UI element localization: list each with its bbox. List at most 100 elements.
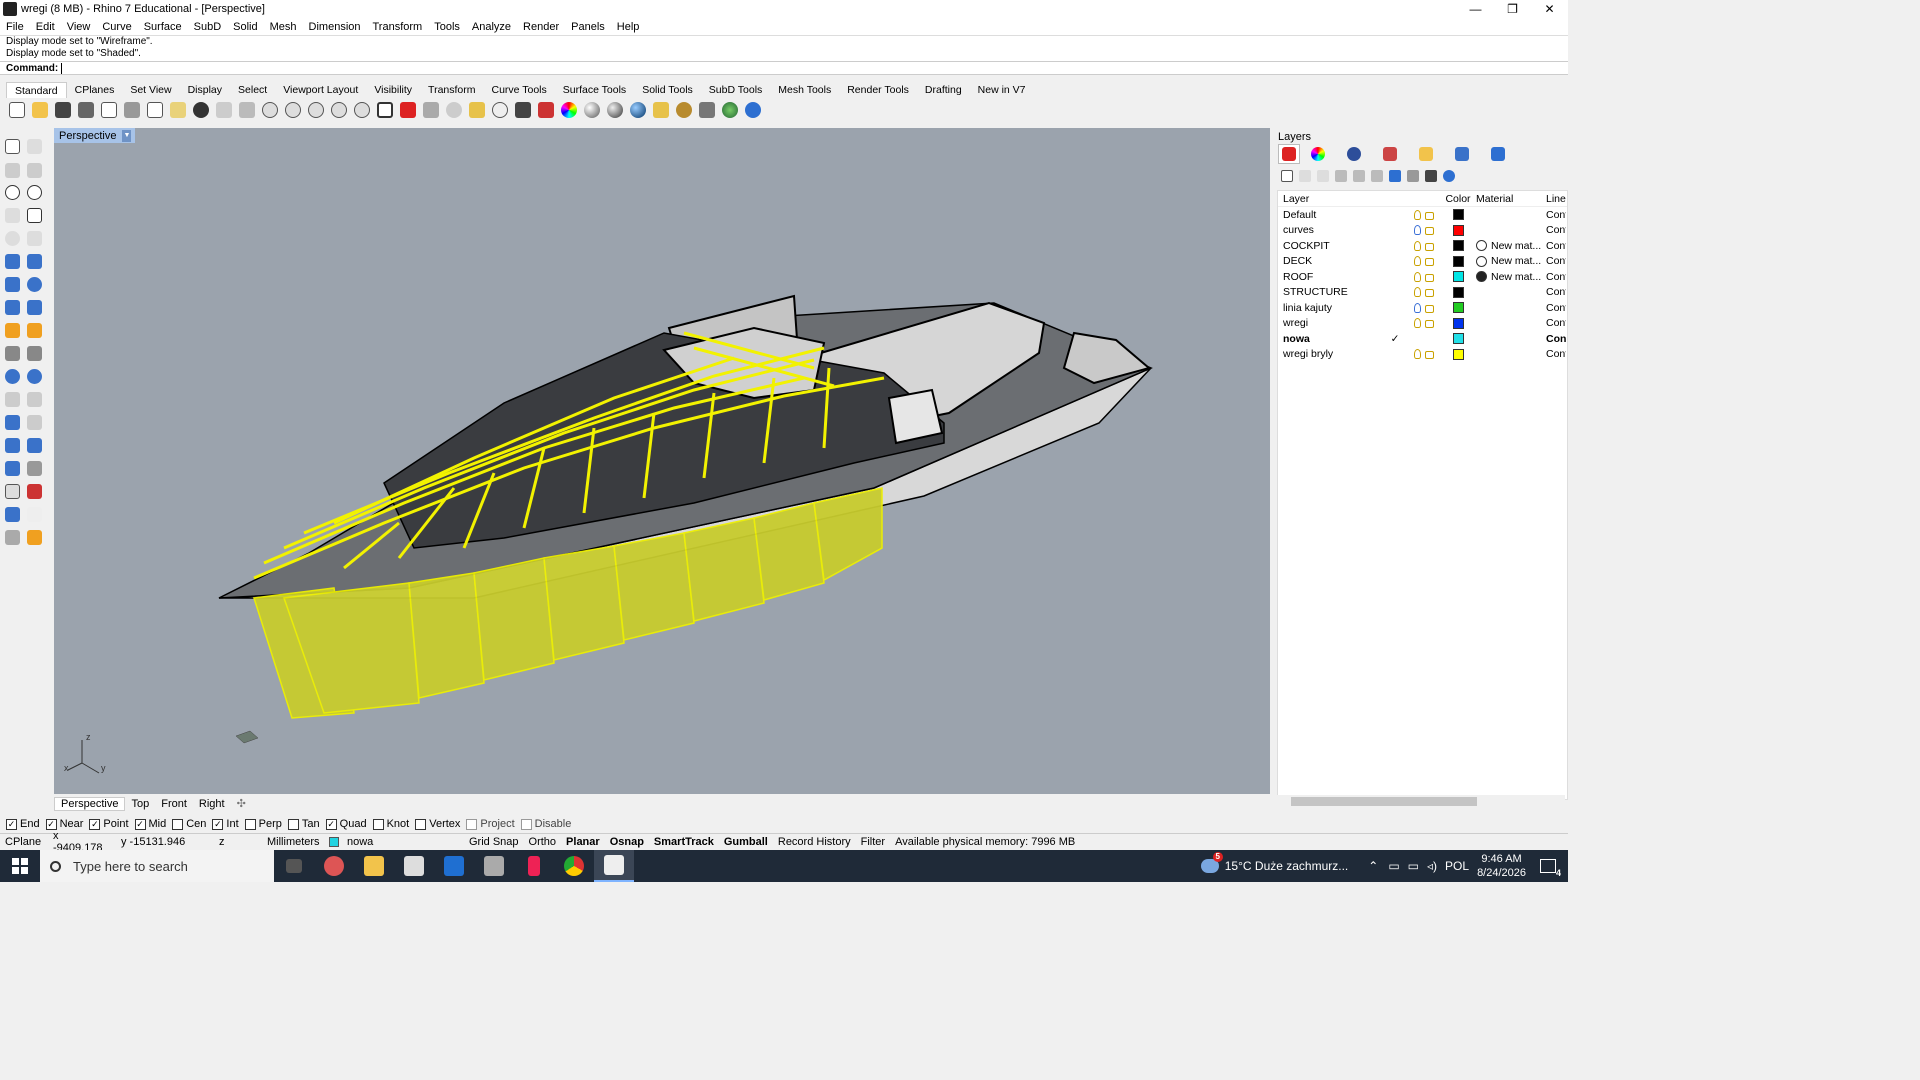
- pencil-icon[interactable]: [24, 527, 44, 547]
- layer-color-swatch[interactable]: [1452, 271, 1464, 283]
- dimension-tool-icon[interactable]: [24, 412, 44, 432]
- zoom-icon[interactable]: [259, 99, 281, 121]
- menu-transform[interactable]: Transform: [367, 21, 429, 33]
- layer-linetype[interactable]: Contin: [1546, 286, 1566, 298]
- notification-icon[interactable]: 4: [1540, 859, 1561, 878]
- layer-color-swatch[interactable]: [1452, 302, 1464, 314]
- polygon-icon[interactable]: [2, 205, 22, 225]
- menu-panels[interactable]: Panels: [565, 21, 611, 33]
- tab-subd-tools[interactable]: SubD Tools: [701, 82, 771, 98]
- dimension-icon[interactable]: [696, 99, 718, 121]
- new-sublayer-icon[interactable]: [1299, 170, 1311, 182]
- gear-icon[interactable]: [673, 99, 695, 121]
- layer-row[interactable]: nowa✓ Contin: [1278, 331, 1567, 347]
- point-icon[interactable]: [24, 136, 44, 156]
- blend-icon[interactable]: [24, 389, 44, 409]
- layer-linetype[interactable]: Contin: [1546, 271, 1566, 283]
- menu-render[interactable]: Render: [517, 21, 565, 33]
- store-icon[interactable]: [394, 850, 434, 882]
- grid-snap-toggle[interactable]: Grid Snap: [464, 836, 524, 848]
- osnap-project[interactable]: Project: [466, 818, 515, 830]
- menu-help[interactable]: Help: [611, 21, 646, 33]
- menu-solid[interactable]: Solid: [227, 21, 263, 33]
- color-panel-icon[interactable]: [1311, 147, 1325, 161]
- taskbar-search[interactable]: Type here to search: [40, 850, 274, 882]
- array-icon[interactable]: [2, 435, 22, 455]
- tab-front[interactable]: Front: [155, 798, 193, 810]
- analyze-icon[interactable]: [24, 481, 44, 501]
- materials-panel-icon[interactable]: [1347, 147, 1361, 161]
- tab-layers[interactable]: [1278, 144, 1300, 164]
- layer-color-swatch[interactable]: [1452, 255, 1464, 267]
- four-viewports-icon[interactable]: [374, 99, 396, 121]
- layer-color-swatch[interactable]: [1452, 209, 1464, 221]
- visibility-bulb-icon[interactable]: [1414, 349, 1421, 360]
- network-icon[interactable]: ▭: [1408, 859, 1419, 873]
- layer-row[interactable]: ROOF New mat...Contin: [1278, 269, 1567, 285]
- group-icon[interactable]: [2, 366, 22, 386]
- render-box-icon[interactable]: [2, 504, 22, 524]
- move-left-icon[interactable]: [1371, 170, 1383, 182]
- rotate-view-icon[interactable]: [236, 99, 258, 121]
- menu-analyze[interactable]: Analyze: [466, 21, 517, 33]
- unlock-icon[interactable]: [1425, 227, 1434, 236]
- circle-icon[interactable]: [2, 182, 22, 202]
- delete-layer-icon[interactable]: [1317, 170, 1329, 182]
- gumball-toggle[interactable]: Gumball: [719, 836, 773, 848]
- loft-icon[interactable]: [24, 251, 44, 271]
- menu-mesh[interactable]: Mesh: [264, 21, 303, 33]
- globe-icon[interactable]: [719, 99, 741, 121]
- undo-view-icon[interactable]: [351, 99, 373, 121]
- unlock-icon[interactable]: [1425, 304, 1434, 313]
- unlock-icon[interactable]: [1425, 351, 1434, 360]
- figma-icon[interactable]: [514, 850, 554, 882]
- tab-select[interactable]: Select: [230, 82, 275, 98]
- open-icon[interactable]: [29, 99, 51, 121]
- viewport-perspective[interactable]: Perspective ▼ z y x: [54, 128, 1270, 794]
- copy-icon[interactable]: [144, 99, 166, 121]
- ortho-toggle[interactable]: Ortho: [524, 836, 562, 848]
- header-layer[interactable]: Layer: [1278, 193, 1390, 205]
- notifications-panel-icon[interactable]: [1491, 147, 1505, 161]
- tab-viewport-layout[interactable]: Viewport Layout: [275, 82, 366, 98]
- print-icon[interactable]: [75, 99, 97, 121]
- import-icon[interactable]: [98, 99, 120, 121]
- fillet-curve-icon[interactable]: [24, 228, 44, 248]
- layer-linetype[interactable]: Contin: [1546, 209, 1566, 221]
- display-panel-icon[interactable]: [1455, 147, 1469, 161]
- add-view-icon[interactable]: ✣: [231, 797, 252, 810]
- rectangle-icon[interactable]: [24, 205, 44, 225]
- tab-perspective[interactable]: Perspective: [54, 796, 126, 811]
- tab-visibility[interactable]: Visibility: [366, 82, 420, 98]
- grid-array-icon[interactable]: [2, 481, 22, 501]
- filter-icon[interactable]: [650, 99, 672, 121]
- visibility-bulb-icon[interactable]: [1414, 318, 1421, 329]
- text-icon[interactable]: [2, 412, 22, 432]
- curve-icon[interactable]: [24, 160, 44, 180]
- layer-name[interactable]: STRUCTURE: [1278, 286, 1390, 298]
- tab-cplanes[interactable]: CPlanes: [67, 82, 123, 98]
- unlock-icon[interactable]: [1425, 273, 1434, 282]
- polyline-icon[interactable]: [2, 160, 22, 180]
- menu-tools[interactable]: Tools: [428, 21, 466, 33]
- layer-row[interactable]: curves Contin: [1278, 223, 1567, 239]
- chrome-icon[interactable]: [554, 850, 594, 882]
- boolean-icon[interactable]: [24, 274, 44, 294]
- join-icon[interactable]: [24, 320, 44, 340]
- layer-linetype[interactable]: Contin: [1546, 333, 1566, 345]
- select-arrow-icon[interactable]: [2, 136, 22, 156]
- box-icon[interactable]: [2, 274, 22, 294]
- osnap-point[interactable]: ✓ Point: [89, 818, 129, 830]
- shaded-sphere-icon[interactable]: [581, 99, 603, 121]
- new-layer-icon[interactable]: [1281, 170, 1293, 182]
- menu-dimension[interactable]: Dimension: [303, 21, 367, 33]
- help-icon[interactable]: [1443, 170, 1455, 182]
- meet-now-icon[interactable]: ▭: [1388, 859, 1399, 873]
- weather-icon[interactable]: 5: [1200, 852, 1223, 873]
- osnap-near[interactable]: ✓ Near: [45, 818, 83, 830]
- layer-row[interactable]: DECK New mat...Contin: [1278, 254, 1567, 270]
- header-material[interactable]: Material: [1476, 193, 1546, 205]
- surface-icon[interactable]: [2, 251, 22, 271]
- panel-horizontal-scrollbar[interactable]: [1277, 795, 1565, 807]
- material-icon[interactable]: [535, 99, 557, 121]
